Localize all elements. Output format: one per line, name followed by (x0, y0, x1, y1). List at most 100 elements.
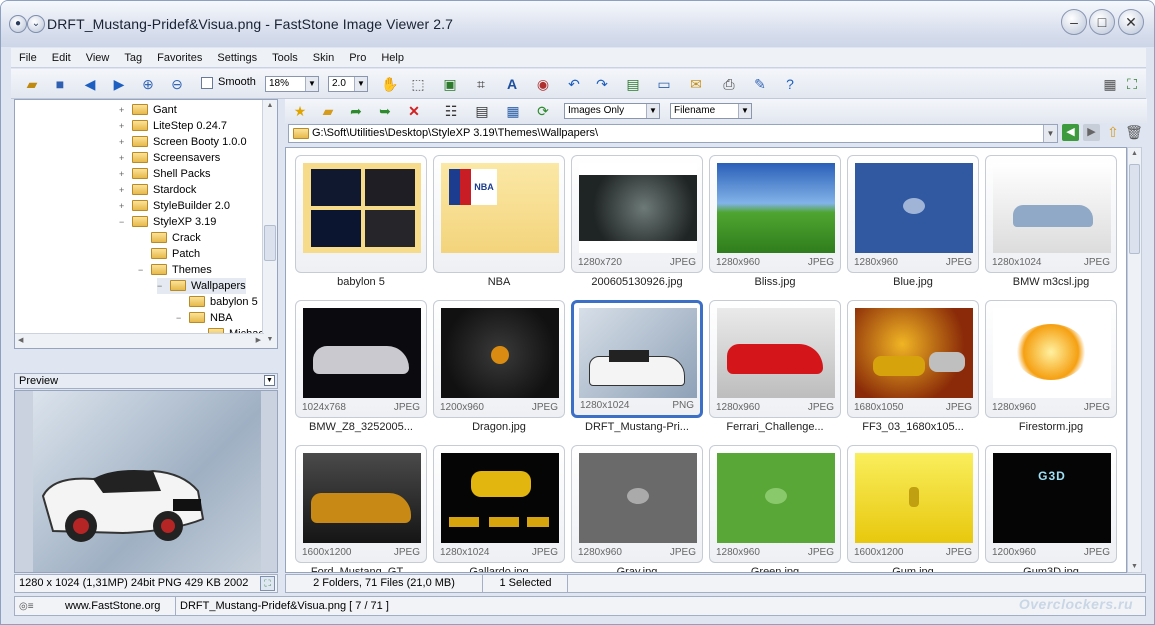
thumbnail-card[interactable]: 1200x960 JPEG (433, 300, 565, 418)
expander-icon[interactable]: + (119, 182, 128, 198)
rotate-left-icon[interactable]: ↶ (565, 75, 583, 93)
image-thumbnail[interactable]: 1280x720 JPEG 200605130926.jpg (571, 155, 703, 295)
filter-select[interactable]: Images Only ▼ (564, 103, 660, 119)
list-view-icon[interactable]: ▤ (473, 102, 491, 120)
previous-icon[interactable]: ◀ (81, 75, 99, 93)
expander-icon[interactable]: + (119, 134, 128, 150)
expander-icon[interactable]: + (119, 150, 128, 166)
thumbnail-card[interactable]: 1280x1024 PNG (571, 300, 703, 418)
save-icon[interactable]: ■ (51, 75, 69, 93)
favorite-star-icon[interactable]: ★ (291, 102, 309, 120)
menu-file[interactable]: File (11, 48, 44, 68)
image-thumbnail[interactable]: 1280x960 JPEG Blue.jpg (847, 155, 979, 295)
rotate-right-icon[interactable]: ↷ (593, 75, 611, 93)
red-eye-icon[interactable]: ◉ (534, 75, 552, 93)
image-thumbnail[interactable]: 1600x1200 JPEG Gum.jpg (847, 445, 979, 572)
close-button[interactable]: ✕ (1118, 9, 1144, 35)
resize-icon[interactable]: ▣ (441, 75, 459, 93)
scroll-left-icon[interactable]: ◀ (18, 336, 23, 344)
settings-icon[interactable]: ✎ (751, 75, 769, 93)
menu-skin[interactable]: Skin (305, 48, 341, 68)
zoom-in-icon[interactable]: ⊕ (139, 75, 157, 93)
tree-item[interactable]: babylon 5 (176, 294, 258, 310)
details-view-icon[interactable]: ☷ (442, 102, 460, 120)
image-thumbnail[interactable]: 1680x1050 JPEG FF3_03_1680x105... (847, 300, 979, 440)
zoom-select[interactable]: 18% ▼ (265, 76, 319, 92)
image-thumbnail[interactable]: 1600x1200 JPEG Ford_Mustang_GT... (295, 445, 427, 572)
folder-thumbnail[interactable]: babylon 5 (295, 155, 427, 295)
text-icon[interactable]: A (503, 75, 521, 93)
image-thumbnail[interactable]: 1200x960 JPEG Dragon.jpg (433, 300, 565, 440)
delete-icon[interactable]: ✕ (405, 102, 423, 120)
menu-tag[interactable]: Tag (116, 48, 149, 68)
expander-icon[interactable]: + (119, 102, 128, 118)
tree-item[interactable]: − Themes (138, 262, 212, 278)
tree-item[interactable]: − Wallpapers (157, 278, 246, 294)
image-thumbnail[interactable]: 1280x1024 JPEG Gallardo.jpg (433, 445, 565, 572)
scroll-up-icon[interactable]: ▲ (1129, 150, 1140, 157)
sort-select[interactable]: Filename ▼ (670, 103, 752, 119)
image-thumbnail[interactable]: 1280x960 JPEG Firestorm.jpg (985, 300, 1117, 440)
thumbnail-card[interactable]: 1280x1024 JPEG (433, 445, 565, 563)
email-icon[interactable]: ✉ (687, 75, 705, 93)
image-thumbnail[interactable]: 1024x768 JPEG BMW_Z8_3252005... (295, 300, 427, 440)
website-link[interactable]: www.FastStone.org (65, 597, 160, 615)
thumbnail-view-icon[interactable]: ▦ (504, 102, 522, 120)
fullscreen-icon[interactable]: ⛶ (1123, 75, 1141, 93)
menu-settings[interactable]: Settings (209, 48, 264, 68)
grid-scroll-thumb[interactable] (1129, 164, 1140, 254)
minimize-button[interactable]: – (1061, 9, 1087, 35)
folder-thumbnail[interactable]: NBA NBA (433, 155, 565, 295)
fit-icon[interactable]: ⛶ (260, 576, 275, 591)
crop-icon[interactable]: ⌗ (472, 75, 490, 93)
expander-icon[interactable]: − (176, 310, 185, 326)
rollup-icon[interactable]: ⌄ (27, 15, 45, 33)
thumbnail-card[interactable]: 1280x960 JPEG (985, 300, 1117, 418)
next-icon[interactable]: ▶ (110, 75, 128, 93)
image-thumbnail[interactable]: G3D 1200x960 JPEG Gum3D.jpg (985, 445, 1117, 572)
tree-item[interactable]: + Shell Packs (119, 166, 210, 182)
hand-tool-icon[interactable]: ✋ (381, 75, 399, 93)
menu-pro[interactable]: Pro (341, 48, 373, 68)
maximize-button[interactable]: □ (1089, 9, 1115, 35)
open-icon[interactable]: ▰ (23, 75, 41, 93)
menu-view[interactable]: View (78, 48, 117, 68)
image-thumbnail[interactable]: 1280x960 JPEG Gray.jpg (571, 445, 703, 572)
expander-icon[interactable]: − (119, 214, 128, 230)
tree-scroll-thumb[interactable] (264, 225, 276, 261)
tree-item[interactable]: + LiteStep 0.24.7 (119, 118, 227, 134)
tree-item[interactable]: + Gant (119, 102, 177, 118)
refresh-icon[interactable]: ⟳ (534, 102, 552, 120)
tree-item[interactable]: + Screen Booty 1.0.0 (119, 134, 247, 150)
thumbnail-card[interactable]: 1280x960 JPEG (709, 155, 841, 273)
image-thumbnail[interactable]: 1280x1024 PNG DRFT_Mustang-Pri... (571, 300, 703, 440)
thumbnail-card[interactable]: 1280x960 JPEG (709, 300, 841, 418)
new-folder-icon[interactable]: ▰ (319, 102, 337, 120)
image-thumbnail[interactable]: 1280x960 JPEG Ferrari_Challenge... (709, 300, 841, 440)
desktop-icon[interactable]: ▭ (655, 75, 673, 93)
thumbnail-card[interactable]: 1280x960 JPEG (571, 445, 703, 563)
smooth-checkbox[interactable] (201, 77, 213, 89)
scroll-up-icon[interactable]: ▲ (265, 102, 275, 112)
tree-item[interactable]: + StyleBuilder 2.0 (119, 198, 230, 214)
thumbnail-card[interactable]: NBA (433, 155, 565, 273)
menu-tools[interactable]: Tools (264, 48, 305, 68)
tree-item[interactable]: − NBA (176, 310, 233, 326)
chevron-down-icon[interactable]: ▼ (1043, 125, 1057, 142)
expander-icon[interactable]: + (119, 118, 128, 134)
thumbnail-card[interactable] (295, 155, 427, 273)
thumbnail-card[interactable]: 1600x1200 JPEG (847, 445, 979, 563)
thumbnail-card[interactable]: 1280x960 JPEG (709, 445, 841, 563)
tree-hscrollbar[interactable]: ◀ ▶ (15, 333, 264, 348)
tree-scrollbar[interactable]: ▲ ▼ (262, 100, 277, 348)
tree-item[interactable]: Patch (138, 246, 200, 262)
image-thumbnail[interactable]: 1280x960 JPEG Green.jpg (709, 445, 841, 572)
app-menu-icon[interactable]: ● (9, 15, 27, 33)
thumbnail-card[interactable]: 1280x960 JPEG (847, 155, 979, 273)
thumbnail-card[interactable]: 1024x768 JPEG (295, 300, 427, 418)
copy-to-icon[interactable]: ➦ (347, 102, 365, 120)
menu-favorites[interactable]: Favorites (149, 48, 209, 68)
scroll-down-icon[interactable]: ▼ (265, 336, 275, 346)
thumbnail-card[interactable]: 1680x1050 JPEG (847, 300, 979, 418)
tree-item[interactable]: − StyleXP 3.19 (119, 214, 216, 230)
